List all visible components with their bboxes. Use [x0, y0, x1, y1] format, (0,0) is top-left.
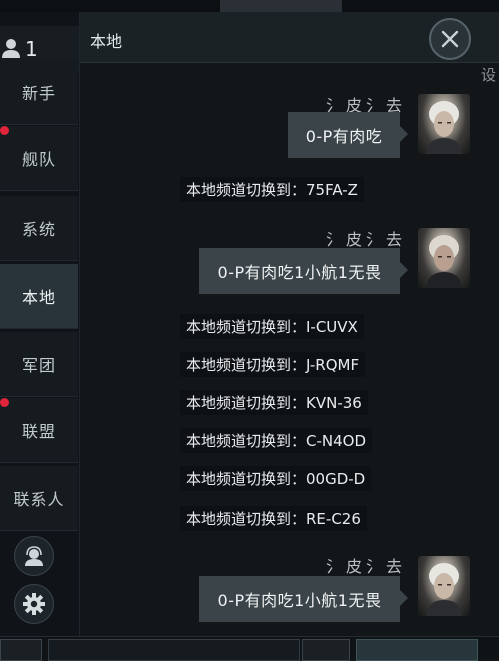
tab-label: 本地: [21, 288, 56, 307]
tab-label: 军团: [21, 356, 56, 375]
tab-contacts[interactable]: 联系人: [0, 466, 78, 531]
unread-badge: [0, 398, 9, 407]
message-text: 0-P有肉吃1小航1无畏: [217, 263, 382, 282]
user-icon: [2, 39, 20, 58]
channel-sidebar: 1 新手 舰队 系统 本地 军团 联盟 联系人: [0, 12, 80, 658]
chat-bubble[interactable]: 0-P有肉吃: [288, 112, 408, 158]
system-message: 本地频道切换到：KVN-36: [180, 390, 368, 415]
tab-system[interactable]: 系统: [0, 196, 78, 261]
top-status-strip: [0, 0, 499, 12]
tab-newbie[interactable]: 新手: [0, 60, 78, 125]
avatar[interactable]: [418, 556, 470, 616]
close-icon: [441, 30, 459, 48]
online-count-value: 1: [25, 37, 38, 61]
avatar[interactable]: [418, 94, 470, 154]
close-button[interactable]: [429, 18, 471, 60]
message-sender[interactable]: 氵皮氵去: [326, 226, 406, 250]
system-message: 本地频道切换到：75FA-Z: [180, 177, 364, 202]
system-message: 本地频道切换到：00GD-D: [180, 466, 372, 491]
pilot-portrait: [426, 235, 462, 288]
unread-badge: [0, 126, 9, 135]
headset-button[interactable]: [14, 536, 54, 576]
tab-label: 系统: [21, 220, 56, 239]
tab-local[interactable]: 本地: [0, 264, 78, 329]
tab-label: 新手: [21, 84, 56, 103]
tab-fleet[interactable]: 舰队: [0, 126, 78, 191]
settings-button[interactable]: [14, 584, 54, 624]
top-strip-tab: [220, 0, 342, 12]
pilot-portrait: [426, 563, 462, 616]
message-sender[interactable]: 氵皮氵去: [326, 553, 406, 577]
chat-input-bar: [0, 636, 499, 661]
gear-icon: [23, 593, 45, 615]
tab-label: 联系人: [13, 490, 65, 509]
avatar[interactable]: [418, 228, 470, 288]
headset-icon: [25, 546, 43, 566]
system-message: 本地频道切换到：C-N4OD: [180, 428, 373, 453]
system-message: 本地频道切换到：RE-C26: [180, 506, 367, 531]
system-message: 本地频道切换到：I-CUVX: [180, 314, 364, 339]
message-text: 0-P有肉吃: [305, 127, 383, 146]
tab-alliance[interactable]: 联盟: [0, 398, 78, 463]
chat-header: 本地: [80, 12, 499, 63]
message-text: 0-P有肉吃1小航1无畏: [217, 591, 382, 610]
tab-corporation[interactable]: 军团: [0, 332, 78, 397]
chat-bubble[interactable]: 0-P有肉吃1小航1无畏: [199, 576, 408, 622]
tab-label: 联盟: [21, 422, 56, 441]
system-message: 本地频道切换到：J-RQMF: [180, 352, 366, 377]
chat-bubble[interactable]: 0-P有肉吃1小航1无畏: [199, 248, 408, 294]
pilot-portrait: [426, 101, 462, 154]
message-list[interactable]: 氵皮氵去 0-P有肉吃 本地频道切换到：75FA-Z 氵皮氵去 0-P有肉吃1小…: [80, 62, 499, 636]
channel-title: 本地: [90, 32, 123, 51]
tab-label: 舰队: [21, 150, 56, 169]
